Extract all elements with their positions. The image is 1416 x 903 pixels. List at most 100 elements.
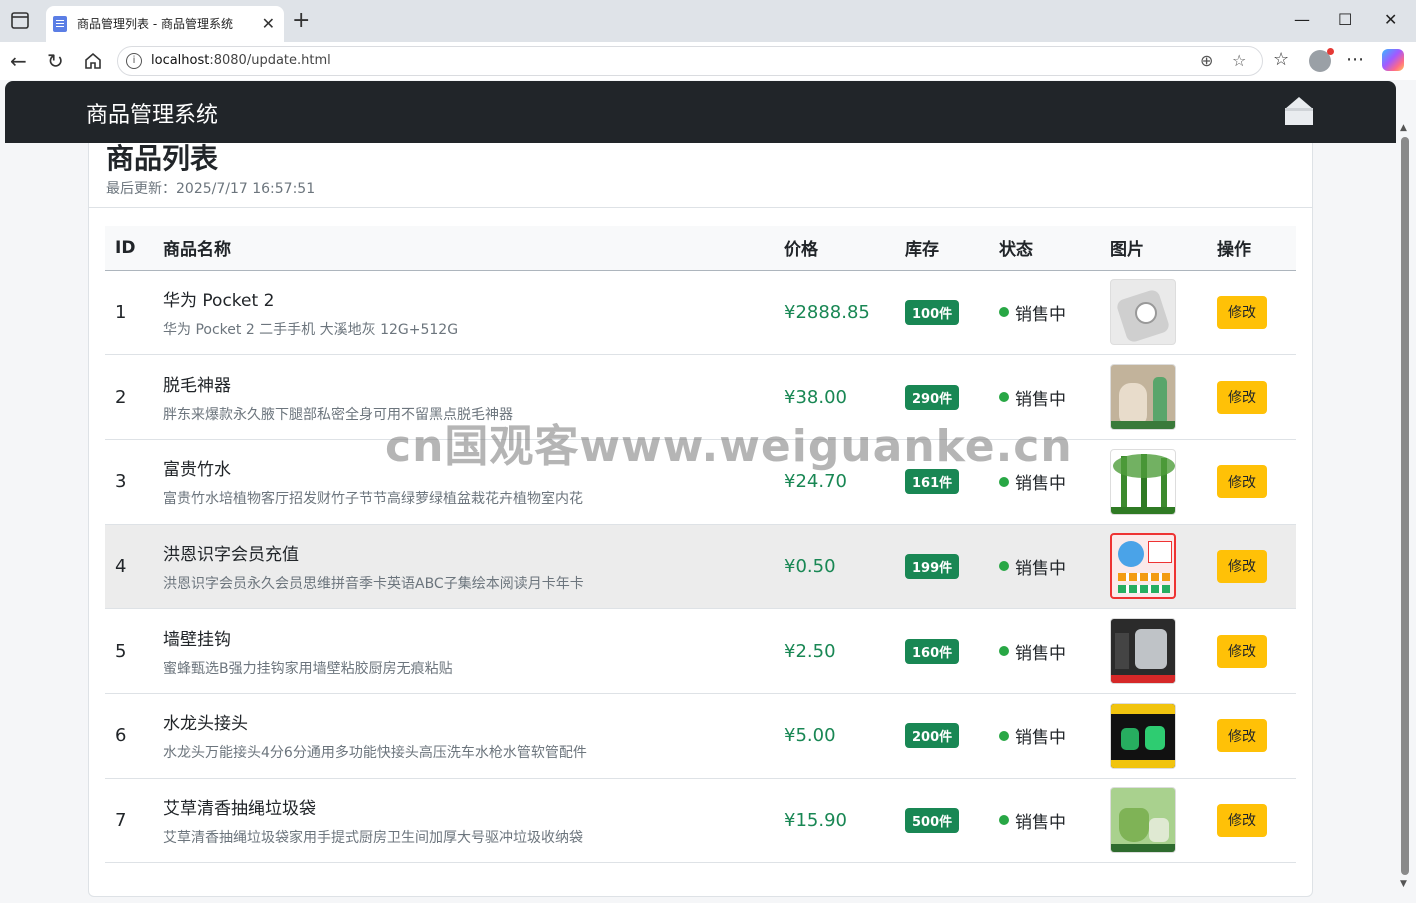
last-updated-text: 最后更新：2025/7/17 16:57:51 <box>106 181 316 197</box>
table-row: 1 华为 Pocket 2 华为 Pocket 2 二手手机 大溪地灰 12G+… <box>105 270 1296 356</box>
image-cell <box>1100 524 1207 610</box>
status-text: 销售中 <box>1015 558 1066 579</box>
row-id: 4 <box>105 524 153 610</box>
stock-cell: 500件 <box>895 778 989 864</box>
stock-badge: 500件 <box>905 807 960 833</box>
product-image <box>1110 618 1176 685</box>
action-cell: 修改 <box>1207 608 1296 694</box>
scroll-down-icon[interactable]: ▼ <box>1400 879 1407 889</box>
favorites-icon[interactable]: ☆ <box>1273 49 1289 70</box>
row-name-cell: 艾草清香抽绳垃圾袋 艾草清香抽绳垃圾袋家用手提式厨房卫生间加厚大号驱冲垃圾收纳袋 <box>153 778 774 864</box>
col-header-id: ID <box>105 226 153 271</box>
home-browser-icon[interactable] <box>83 51 103 71</box>
site-info-icon[interactable]: i <box>126 53 142 69</box>
close-window-icon[interactable]: ✕ <box>1384 10 1397 29</box>
zoom-icon[interactable]: ⊕ <box>1200 51 1213 70</box>
edit-button[interactable]: 修改 <box>1217 295 1267 329</box>
tab-actions-icon[interactable] <box>10 11 32 31</box>
product-price: ¥2888.85 <box>774 270 895 356</box>
stock-cell: 160件 <box>895 608 989 694</box>
more-menu-icon[interactable]: ⋯ <box>1346 49 1364 70</box>
product-image <box>1110 448 1176 515</box>
edit-button[interactable]: 修改 <box>1217 803 1267 837</box>
home-icon[interactable] <box>1284 95 1314 127</box>
close-tab-icon[interactable]: ✕ <box>262 14 275 33</box>
page-title: 商品列表 <box>106 142 219 175</box>
status-dot-icon <box>999 476 1009 487</box>
product-name: 艾草清香抽绳垃圾袋 <box>163 798 316 819</box>
row-id: 6 <box>105 693 153 779</box>
status-text: 销售中 <box>1015 728 1066 749</box>
new-tab-icon[interactable]: + <box>292 8 310 34</box>
image-cell <box>1100 778 1207 864</box>
row-id: 3 <box>105 439 153 525</box>
product-image <box>1110 364 1176 431</box>
product-price: ¥2.50 <box>774 608 895 694</box>
minimize-icon[interactable]: — <box>1294 10 1310 29</box>
stock-badge: 160件 <box>905 638 960 664</box>
image-cell <box>1100 439 1207 525</box>
product-desc: 蜜蜂甄选B强力挂钩家用墙壁粘胶厨房无痕粘贴 <box>163 660 453 677</box>
scroll-up-icon[interactable]: ▲ <box>1400 123 1407 133</box>
action-cell: 修改 <box>1207 693 1296 779</box>
stock-cell: 199件 <box>895 524 989 610</box>
reload-icon[interactable]: ↻ <box>47 49 64 73</box>
status-text: 销售中 <box>1015 812 1066 833</box>
table-row: 7 艾草清香抽绳垃圾袋 艾草清香抽绳垃圾袋家用手提式厨房卫生间加厚大号驱冲垃圾收… <box>105 778 1296 864</box>
product-price: ¥0.50 <box>774 524 895 610</box>
row-id: 2 <box>105 354 153 440</box>
status-dot-icon <box>999 307 1009 318</box>
edit-button[interactable]: 修改 <box>1217 719 1267 753</box>
product-image <box>1110 787 1176 854</box>
action-cell: 修改 <box>1207 439 1296 525</box>
table-header-row: ID 商品名称 价格 库存 状态 图片 操作 <box>105 226 1296 271</box>
row-id: 5 <box>105 608 153 694</box>
favorite-star-icon[interactable]: ☆ <box>1232 51 1246 70</box>
product-name: 水龙头接头 <box>163 714 248 735</box>
product-image <box>1110 279 1176 346</box>
product-name: 华为 Pocket 2 <box>163 290 275 311</box>
app-brand[interactable]: 商品管理系统 <box>86 97 218 129</box>
product-name: 脱毛神器 <box>163 375 231 396</box>
edit-button[interactable]: 修改 <box>1217 549 1267 583</box>
table-row: 5 墙壁挂钩 蜜蜂甄选B强力挂钩家用墙壁粘胶厨房无痕粘贴 ¥2.50 160件 … <box>105 608 1296 694</box>
maximize-icon[interactable]: ☐ <box>1338 10 1352 29</box>
status-cell: 销售中 <box>989 693 1100 779</box>
back-icon[interactable]: ← <box>10 49 27 73</box>
edit-button[interactable]: 修改 <box>1217 465 1267 499</box>
status-text: 销售中 <box>1015 389 1066 410</box>
browser-tab-bar: 商品管理列表 - 商品管理系统 ✕ + — ☐ ✕ <box>0 0 1416 42</box>
product-image <box>1110 702 1176 769</box>
col-header-price: 价格 <box>774 226 895 271</box>
product-image <box>1110 533 1176 600</box>
col-header-name: 商品名称 <box>153 226 774 271</box>
tab-title: 商品管理列表 - 商品管理系统 <box>77 17 233 31</box>
image-cell <box>1100 693 1207 779</box>
status-cell: 销售中 <box>989 524 1100 610</box>
product-desc: 富贵竹水培植物客厅招发财竹子节节高绿萝绿植盆栽花卉植物室内花 <box>163 491 583 508</box>
product-desc: 艾草清香抽绳垃圾袋家用手提式厨房卫生间加厚大号驱冲垃圾收纳袋 <box>163 829 583 846</box>
col-header-stock: 库存 <box>895 226 989 271</box>
scroll-thumb[interactable] <box>1401 137 1409 875</box>
status-text: 销售中 <box>1015 304 1066 325</box>
page-scrollbar[interactable]: ▲ ▼ <box>1398 81 1412 896</box>
product-desc: 水龙头万能接头4分6分通用多功能快接头高压洗车水枪水管软管配件 <box>163 745 587 762</box>
edit-button[interactable]: 修改 <box>1217 634 1267 668</box>
copilot-icon[interactable] <box>1382 49 1404 71</box>
profile-avatar[interactable] <box>1309 48 1334 72</box>
product-name: 洪恩识字会员充值 <box>163 544 299 565</box>
app-navbar: 商品管理系统 <box>5 81 1396 143</box>
row-name-cell: 墙壁挂钩 蜜蜂甄选B强力挂钩家用墙壁粘胶厨房无痕粘贴 <box>153 608 774 694</box>
row-id: 7 <box>105 778 153 864</box>
product-desc: 洪恩识字会员永久会员思维拼音季卡英语ABC子集绘本阅读月卡年卡 <box>163 575 584 592</box>
row-id: 1 <box>105 270 153 356</box>
url-text[interactable]: localhost:8080/update.html <box>151 53 331 68</box>
browser-tab[interactable]: 商品管理列表 - 商品管理系统 ✕ <box>46 6 284 42</box>
action-cell: 修改 <box>1207 354 1296 440</box>
status-dot-icon <box>999 730 1009 741</box>
edit-button[interactable]: 修改 <box>1217 380 1267 414</box>
col-header-status: 状态 <box>989 226 1100 271</box>
browser-toolbar: ← ↻ i localhost:8080/update.html ⊕ ☆ ☆ ⋯ <box>0 42 1416 80</box>
address-bar[interactable]: i localhost:8080/update.html ⊕ ☆ <box>117 46 1263 76</box>
table-row: 4 洪恩识字会员充值 洪恩识字会员永久会员思维拼音季卡英语ABC子集绘本阅读月卡… <box>105 524 1296 610</box>
